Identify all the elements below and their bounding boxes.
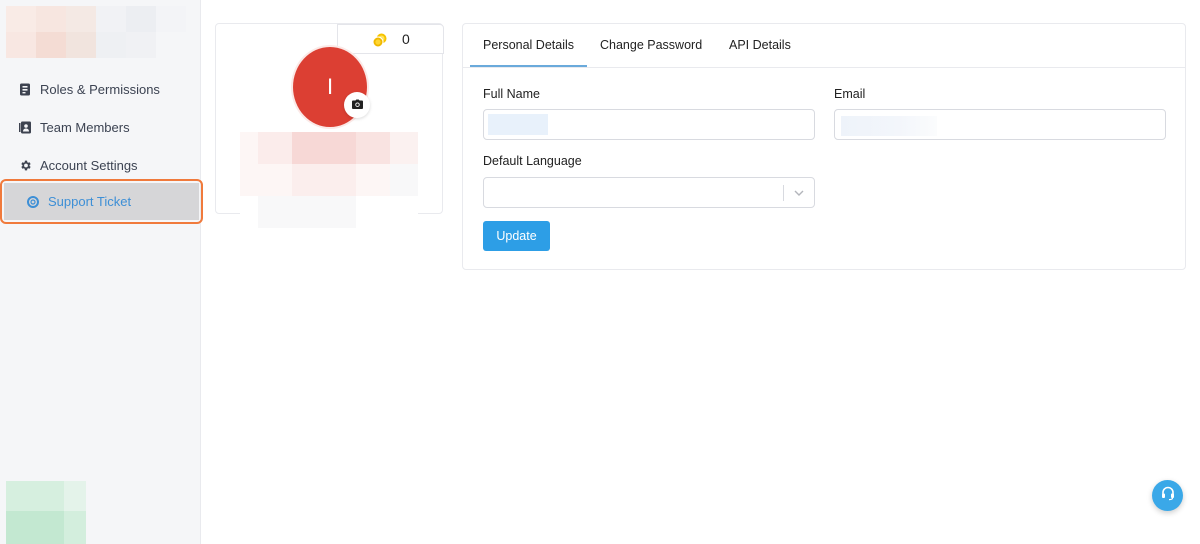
email-field[interactable]	[834, 109, 1166, 140]
full-name-field[interactable]	[483, 109, 815, 140]
tab-change-password[interactable]: Change Password	[600, 38, 702, 52]
address-book-icon	[18, 120, 32, 134]
tab-api-details[interactable]: API Details	[729, 38, 791, 52]
headset-icon	[1160, 485, 1176, 506]
coins-icon	[372, 32, 388, 48]
sidebar: Roles & Permissions Team Members Account…	[0, 0, 203, 544]
profile-card: 0 I	[215, 23, 444, 228]
sidebar-item-support-ticket[interactable]: Support Ticket	[0, 179, 203, 224]
default-language-select[interactable]	[483, 177, 815, 208]
select-separator	[783, 185, 784, 201]
email-label: Email	[834, 87, 866, 101]
avatar-letter: I	[326, 74, 334, 99]
sidebar-item-label: Support Ticket	[48, 194, 132, 209]
sidebar-item-account-settings[interactable]: Account Settings	[18, 150, 198, 180]
active-tab-indicator	[470, 65, 587, 67]
personal-details-card: Personal Details Change Password API Det…	[462, 23, 1186, 270]
full-name-label: Full Name	[483, 87, 540, 101]
tab-personal-details[interactable]: Personal Details	[483, 38, 574, 52]
help-chat-button[interactable]	[1152, 480, 1183, 511]
tab-bar: Personal Details Change Password API Det…	[463, 24, 1185, 68]
sidebar-item-label: Account Settings	[40, 157, 138, 173]
id-badge-icon	[18, 82, 32, 96]
sidebar-item-team-members[interactable]: Team Members	[18, 112, 198, 142]
coin-count: 0	[402, 31, 410, 47]
gear-icon	[18, 158, 32, 172]
user-widget[interactable]	[6, 481, 86, 544]
chevron-down-icon[interactable]	[793, 186, 805, 198]
profile-name	[240, 132, 420, 228]
camera-icon	[351, 96, 363, 114]
sidebar-item-label: Roles & Permissions	[40, 81, 160, 97]
sidebar-item-label: Team Members	[40, 119, 130, 135]
change-photo-button[interactable]	[344, 92, 370, 118]
logo[interactable]	[6, 6, 186, 58]
lifebuoy-icon	[26, 195, 40, 209]
coin-balance: 0	[337, 24, 444, 54]
update-button[interactable]: Update	[483, 221, 550, 251]
sidebar-item-roles-permissions[interactable]: Roles & Permissions	[18, 74, 198, 104]
default-language-label: Default Language	[483, 154, 582, 168]
